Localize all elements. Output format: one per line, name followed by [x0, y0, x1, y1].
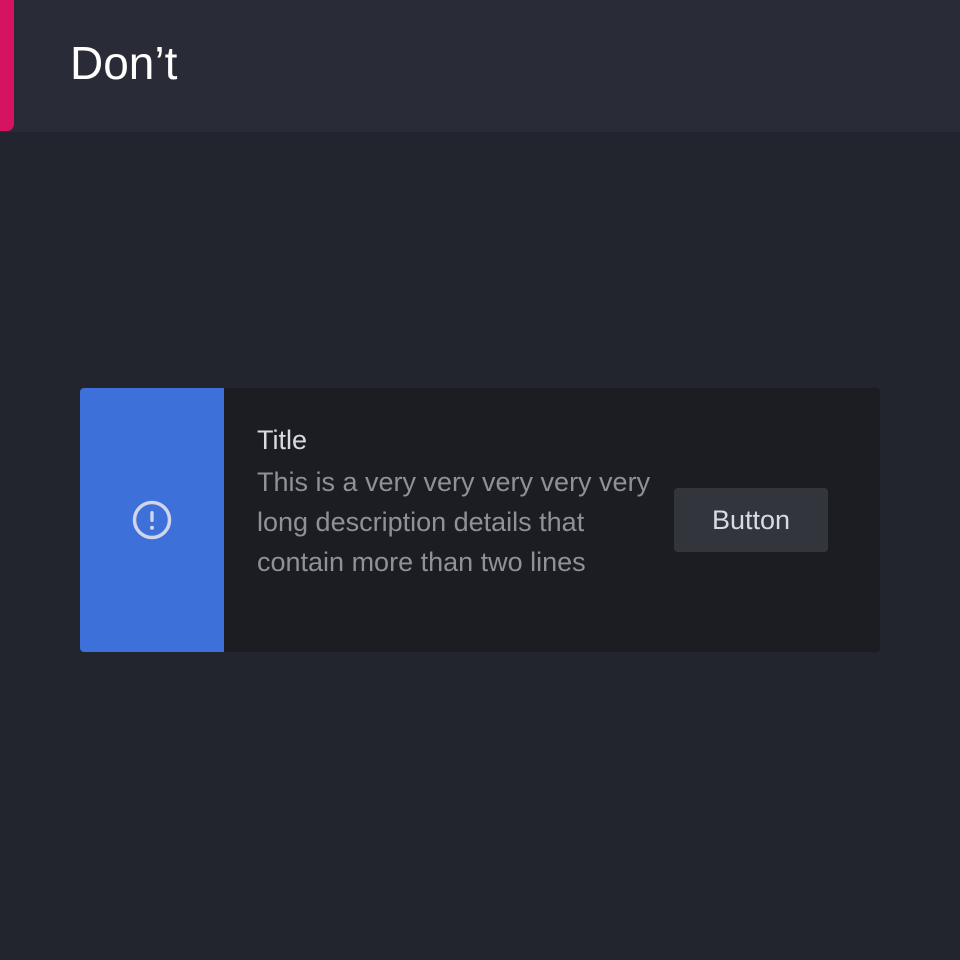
banner-icon-panel [80, 388, 224, 652]
banner-description: This is a very very very very very long … [257, 467, 651, 577]
banner-action-button[interactable]: Button [674, 488, 828, 552]
page-title: Don’t [70, 37, 178, 89]
alert-banner: Title This is a very very very very very… [80, 388, 880, 652]
banner-title: Title [257, 425, 308, 455]
header-accent-bar [0, 0, 14, 131]
header: Don’t [0, 0, 960, 132]
info-circle-icon [132, 500, 172, 540]
